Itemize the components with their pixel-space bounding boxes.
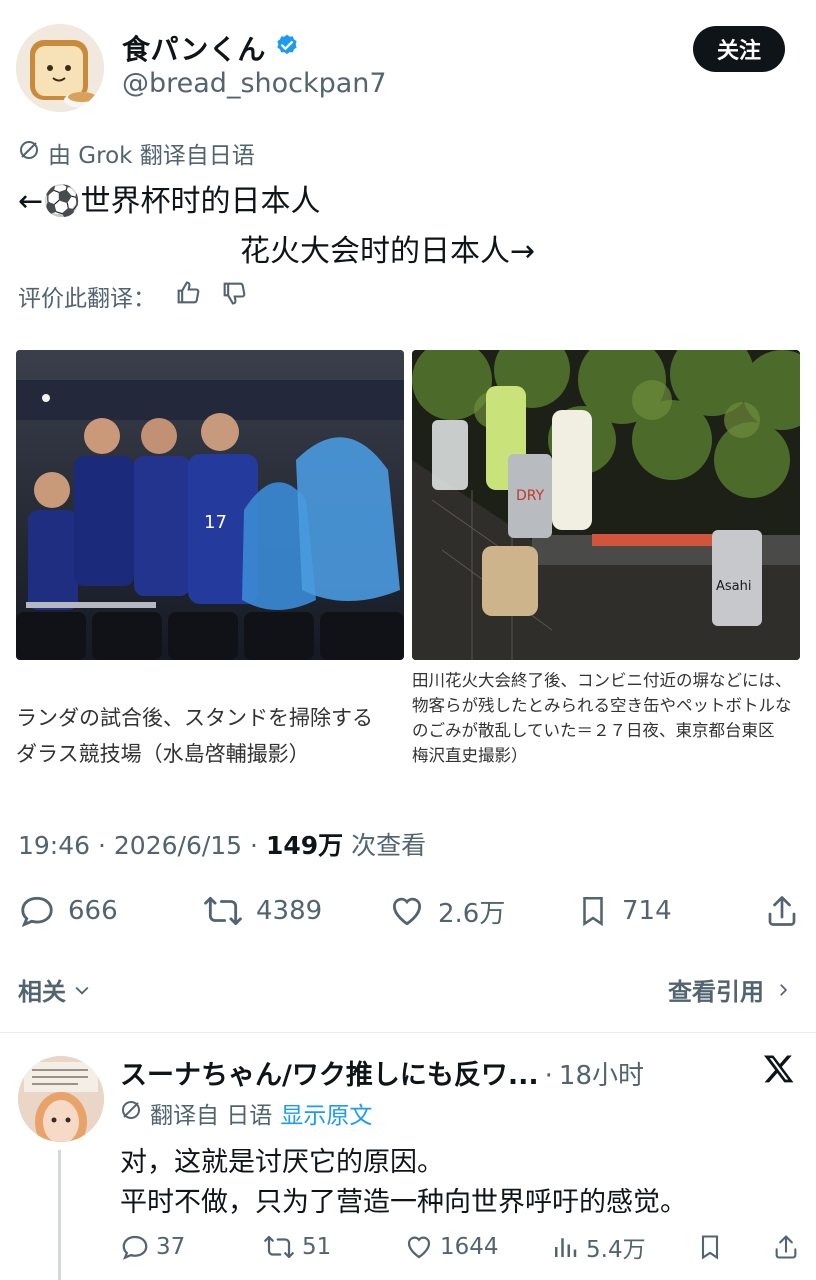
x-logo-icon[interactable] <box>762 1052 798 1088</box>
reply-text-line-1: 对，这就是讨厌它的原因。 <box>120 1147 444 1178</box>
photo-right-caption: 田川花火大会終了後、コンビニ付近の塀などには、 物客らが残したとみられる空き缶や… <box>412 668 800 768</box>
tweet-meta: 19:46 · 2026/6/15 · 149万 次查看 <box>18 831 427 860</box>
reply-view-count: 5.4万 <box>586 1237 646 1263</box>
reply-bookmark-button[interactable] <box>696 1232 768 1262</box>
reply-icon <box>122 1235 148 1260</box>
heart-icon <box>407 1236 431 1259</box>
reply-translation-note: 翻译自 日语 显示原文 <box>120 1096 372 1130</box>
reply-like-count: 1644 <box>440 1234 499 1260</box>
photo-left-caption-line-1: ランダの試合後、スタンドを掃除する <box>16 706 373 730</box>
can-label-top: DRY <box>516 488 545 504</box>
translate-icon <box>120 1099 142 1127</box>
photo-right-caption-line-1: 田川花火大会終了後、コンビニ付近の塀などには、 <box>412 671 792 690</box>
reply-header: スーナちゃん/ワク推しにも反ワ... · 18小时 <box>120 1053 644 1092</box>
share-icon <box>768 896 796 926</box>
reply-retweet-count: 51 <box>302 1234 332 1260</box>
tweet-text-line-2: 花火大会时的日本人→ <box>240 234 536 269</box>
related-label: 相关 <box>18 978 66 1006</box>
retweet-count: 4389 <box>256 896 323 926</box>
photo-left-caption-line-2: ダラス競技場（水島啓輔撮影） <box>16 742 310 766</box>
photo-world-cup-fans[interactable]: 17 <box>16 350 404 660</box>
show-original-link[interactable]: 显示原文 <box>280 1096 372 1130</box>
retweet-icon <box>204 896 242 926</box>
reply-button[interactable]: 666 <box>18 892 202 930</box>
thumbs-down-icon[interactable] <box>220 279 248 313</box>
tweet-date[interactable]: 2026/6/15 <box>114 831 242 860</box>
photo-right-caption-line-2: 物客らが残したとみられる空き缶やペットボトルな <box>412 696 792 715</box>
translation-note-text: 由 Grok 翻译自日语 <box>48 143 255 169</box>
reply-author-name[interactable]: スーナちゃん/ワク推しにも反ワ... <box>120 1053 539 1092</box>
reply-text-line-2: 平时不做，只为了营造一种向世界呼吁的感觉。 <box>120 1187 687 1218</box>
author-display-name[interactable]: 食パンくん <box>122 28 266 68</box>
tweet-actions: 666 4389 2.6万 714 <box>18 888 800 934</box>
verified-badge-icon <box>274 33 300 63</box>
share-button[interactable] <box>764 892 800 930</box>
translate-icon <box>18 139 40 167</box>
retweet-button[interactable]: 4389 <box>202 892 388 930</box>
reply-author-avatar[interactable] <box>18 1056 104 1142</box>
jersey-number: 17 <box>204 512 227 533</box>
reply-share-button[interactable] <box>772 1232 800 1262</box>
reply-reply-count: 37 <box>156 1234 186 1260</box>
related-dropdown[interactable]: 相关 <box>18 972 92 1007</box>
reply-actions: 37 51 1644 5.4万 <box>120 1228 800 1266</box>
reply-separator: · <box>544 1061 553 1091</box>
like-count: 2.6万 <box>438 898 506 929</box>
view-count-label: 次查看 <box>351 831 427 860</box>
thread-line <box>58 1150 61 1280</box>
retweet-icon <box>264 1235 294 1259</box>
chevron-down-icon <box>75 986 89 995</box>
rate-translation-label: 评价此翻译： <box>18 286 156 312</box>
bookmark-count: 714 <box>622 896 672 926</box>
heart-icon <box>392 897 422 926</box>
views-chart-icon <box>555 1238 577 1257</box>
photo-right-caption-line-3: のごみが散乱していた＝２７日夜、東京都台東区 <box>412 721 775 740</box>
rate-translation-row: 评价此翻译： <box>18 279 248 313</box>
can-brand: Asahi <box>716 579 751 594</box>
bookmark-icon <box>701 1235 719 1260</box>
bookmark-icon <box>583 896 603 927</box>
tweet-time[interactable]: 19:46 <box>18 831 90 860</box>
view-quotes-label: 查看引用 <box>668 978 764 1006</box>
reply-count: 666 <box>68 896 118 926</box>
photo-fireworks-litter[interactable]: DRY Asahi <box>412 350 800 660</box>
divider <box>0 1032 816 1033</box>
share-icon <box>775 1235 797 1259</box>
author-avatar[interactable] <box>16 24 104 112</box>
bookmark-button[interactable]: 714 <box>576 892 760 930</box>
reply-views-button[interactable]: 5.4万 <box>550 1230 696 1264</box>
author-handle[interactable]: @bread_shockpan7 <box>122 68 387 99</box>
view-quotes-link[interactable]: 查看引用 <box>668 972 792 1007</box>
reply-retweet-button[interactable]: 51 <box>262 1232 404 1262</box>
reply-translated-from: 翻译自 日语 <box>150 1103 273 1129</box>
photo-left-caption: ランダの試合後、スタンドを掃除する ダラス競技場（水島啓輔撮影） <box>16 700 404 772</box>
reply-reply-button[interactable]: 37 <box>120 1232 262 1262</box>
thumbs-up-icon[interactable] <box>174 279 202 313</box>
photo-right-caption-line-4: 梅沢直史撮影） <box>412 746 528 765</box>
author-name-row: 食パンくん <box>122 28 300 68</box>
translation-note: 由 Grok 翻译自日语 <box>18 136 255 170</box>
follow-button[interactable]: 关注 <box>693 26 785 72</box>
reply-time[interactable]: 18小时 <box>559 1055 644 1092</box>
tweet-text-line-1: ←⚽世界杯时的日本人 <box>18 184 321 219</box>
reply-icon <box>21 896 53 928</box>
view-count: 149万 <box>265 831 344 860</box>
chevron-right-icon <box>780 983 788 996</box>
like-button[interactable]: 2.6万 <box>388 892 576 930</box>
reply-like-button[interactable]: 1644 <box>404 1232 550 1262</box>
